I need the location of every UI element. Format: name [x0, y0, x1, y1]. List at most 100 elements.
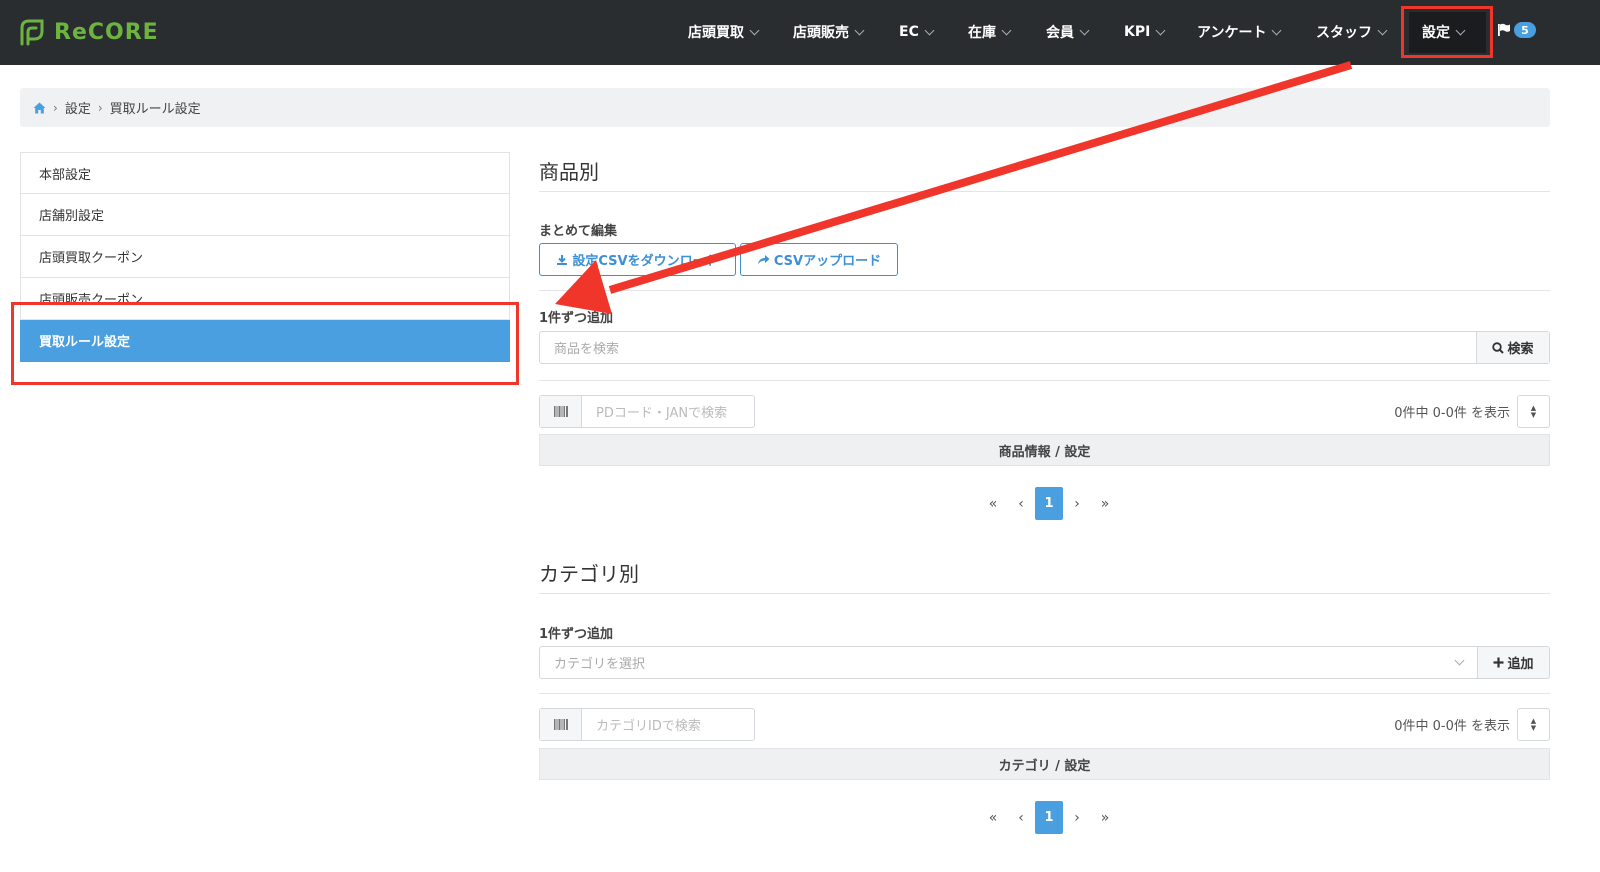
search-button[interactable]: 検索 [1476, 332, 1549, 363]
sidebar-item-hq-settings[interactable]: 本部設定 [20, 152, 510, 194]
pager-prev[interactable]: ‹ [1007, 810, 1035, 826]
divider [539, 693, 1550, 694]
nav-label: KPI [1124, 24, 1151, 40]
pager-current[interactable]: 1 [1035, 487, 1063, 520]
nav-label: 店頭買取 [688, 25, 744, 41]
caret-down-icon: ▼ [1530, 410, 1537, 419]
category-id-input[interactable]: カテゴリIDで検索 [582, 709, 754, 740]
category-table-header: カテゴリ / 設定 [539, 748, 1550, 780]
flag-icon [1498, 23, 1510, 36]
product-search-group: 商品を検索 検索 [539, 331, 1550, 364]
product-count-text: 0件中 0-0件 を表示 [1394, 406, 1510, 421]
nav-label: 店頭販売 [793, 25, 849, 41]
nav-item-ec[interactable]: EC [899, 20, 935, 44]
add-button-label: 追加 [1507, 657, 1534, 672]
upload-csv-label: CSVアップロード [773, 254, 882, 269]
category-per-page-select[interactable]: ▲ ▼ [1517, 708, 1550, 741]
share-arrow-icon [757, 255, 770, 264]
chevron-down-icon [854, 25, 865, 35]
upload-csv-button[interactable]: CSVアップロード [740, 243, 898, 276]
chevron-down-icon [1377, 25, 1388, 35]
nav-item-survey[interactable]: アンケート [1197, 20, 1282, 44]
nav-label: EC [899, 24, 919, 40]
recore-logo[interactable]: ReCORE [18, 17, 159, 47]
divider [539, 290, 1550, 291]
sidebar-item-label: 店舗別設定 [39, 209, 105, 224]
search-button-label: 検索 [1507, 342, 1534, 357]
product-pagination: « ‹ 1 › » [979, 487, 1119, 520]
home-icon[interactable] [33, 102, 46, 114]
sidebar-item-label: 店頭販売クーポン [39, 293, 144, 308]
nav-label: 設定 [1422, 25, 1450, 41]
pager-prev[interactable]: ‹ [1007, 496, 1035, 512]
breadcrumb-separator: › [53, 100, 58, 115]
chevron-down-icon [924, 25, 935, 35]
bulk-edit-label: まとめて編集 [539, 224, 618, 239]
sidebar-item-purchase-coupon[interactable]: 店頭買取クーポン [20, 236, 510, 278]
chevron-down-icon [749, 25, 760, 35]
main-content: 商品別 まとめて編集 設定CSVをダウンロード CSVアップロード 1件ずつ追加… [539, 150, 1550, 834]
nav-label: 在庫 [968, 25, 996, 41]
chevron-down-icon [1455, 25, 1466, 35]
pager-current[interactable]: 1 [1035, 801, 1063, 834]
pager-first[interactable]: « [979, 810, 1007, 826]
nav-item-kpi[interactable]: KPI [1124, 20, 1166, 44]
breadcrumb: › 設定 › 買取ルール設定 [20, 88, 1550, 127]
sidebar-item-label: 本部設定 [39, 167, 92, 183]
pager-next[interactable]: › [1063, 810, 1091, 826]
settings-sidebar: 本部設定 店舗別設定 店頭買取クーポン 店頭販売クーポン 買取ルール設定 [20, 152, 510, 362]
nav-item-staff[interactable]: スタッフ [1316, 20, 1388, 44]
download-csv-button[interactable]: 設定CSVをダウンロード [539, 243, 736, 276]
chevron-down-icon [1272, 25, 1282, 35]
product-search-input[interactable]: 商品を検索 [540, 332, 1476, 363]
add-category-button[interactable]: 追加 [1478, 646, 1550, 679]
category-select-placeholder: カテゴリを選択 [554, 657, 646, 672]
barcode-icon [540, 709, 582, 740]
nav-label: アンケート [1197, 25, 1267, 41]
logo-text: ReCORE [54, 19, 159, 45]
divider [539, 380, 1550, 381]
pager-last[interactable]: » [1091, 810, 1119, 826]
barcode-icon [540, 396, 582, 427]
product-code-filter: PDコード・JANで検索 [539, 395, 755, 428]
pager-last[interactable]: » [1091, 496, 1119, 512]
notification-badge: 5 [1514, 22, 1536, 38]
chevron-down-icon [1001, 25, 1012, 35]
chevron-down-icon [1155, 25, 1166, 35]
sidebar-item-label: 買取ルール設定 [39, 335, 131, 350]
search-icon [1492, 341, 1505, 354]
product-code-input[interactable]: PDコード・JANで検索 [582, 396, 754, 427]
breadcrumb-separator: › [97, 100, 103, 115]
chevron-down-icon [1079, 25, 1090, 35]
sidebar-item-label: 店頭買取クーポン [39, 251, 144, 266]
nav-label: スタッフ [1316, 25, 1372, 41]
breadcrumb-settings[interactable]: 設定 [65, 98, 91, 117]
product-table-header: 商品情報 / 設定 [539, 434, 1550, 466]
nav-item-store-sales[interactable]: 店頭販売 [793, 20, 865, 44]
category-id-filter: カテゴリIDで検索 [539, 708, 755, 741]
breadcrumb-current: 買取ルール設定 [109, 102, 201, 117]
download-csv-label: 設定CSVをダウンロード [572, 254, 719, 269]
pager-next[interactable]: › [1063, 496, 1091, 512]
nav-item-settings[interactable]: 設定 [1422, 20, 1466, 44]
category-single-add-label: 1件ずつ追加 [539, 627, 614, 642]
sidebar-item-sales-coupon[interactable]: 店頭販売クーポン [20, 278, 510, 320]
category-add-group: カテゴリを選択 追加 [539, 646, 1550, 679]
category-pagination: « ‹ 1 › » [979, 801, 1119, 834]
nav-item-members[interactable]: 会員 [1046, 20, 1090, 44]
caret-down-icon: ▼ [1530, 723, 1537, 732]
sidebar-item-store-settings[interactable]: 店舗別設定 [20, 194, 510, 236]
category-count-text: 0件中 0-0件 を表示 [1394, 719, 1510, 734]
nav-item-store-purchase[interactable]: 店頭買取 [688, 20, 760, 44]
sidebar-item-purchase-rules[interactable]: 買取ルール設定 [20, 320, 510, 362]
category-select[interactable]: カテゴリを選択 [539, 646, 1478, 679]
plus-icon [1493, 657, 1504, 668]
download-icon [557, 254, 568, 265]
nav-item-inventory[interactable]: 在庫 [968, 20, 1012, 44]
chevron-down-icon [1454, 655, 1465, 666]
notifications[interactable]: 5 [1497, 22, 1536, 38]
pager-first[interactable]: « [979, 496, 1007, 512]
product-per-page-select[interactable]: ▲ ▼ [1517, 395, 1550, 428]
top-navbar: ReCORE 店頭買取 店頭販売 EC 在庫 会員 KPI アンケート スタッフ… [0, 0, 1600, 65]
category-section-title: カテゴリ別 [539, 552, 1550, 594]
